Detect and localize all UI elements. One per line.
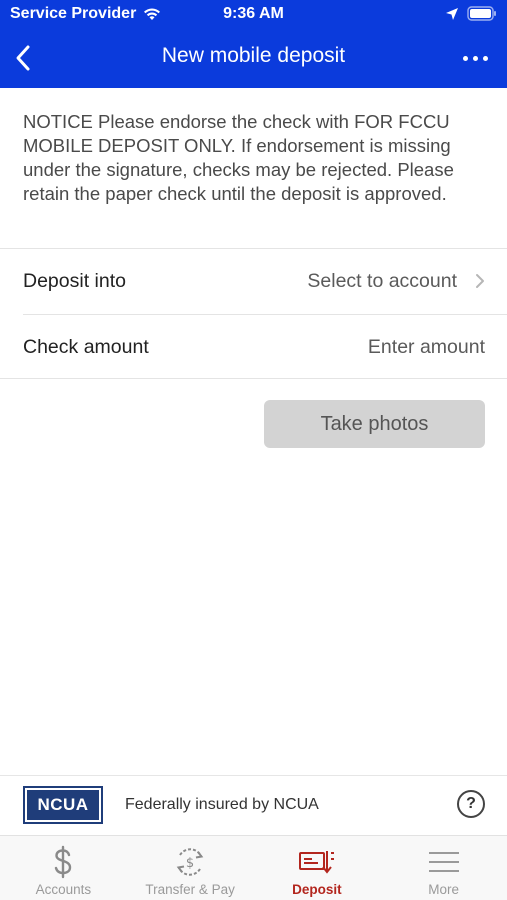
tab-label: Accounts xyxy=(35,882,92,897)
transfer-icon: $ xyxy=(172,844,208,880)
tab-more[interactable]: More xyxy=(380,836,507,900)
ncua-footer: NCUA Federally insured by NCUA ? xyxy=(0,775,507,835)
tab-transfer-pay[interactable]: $ Transfer & Pay xyxy=(127,836,254,900)
divider xyxy=(0,378,507,379)
dollar-icon xyxy=(49,844,77,880)
deposit-check-icon xyxy=(298,844,336,880)
deposit-into-select[interactable]: Select to account xyxy=(307,270,485,293)
chevron-right-icon xyxy=(476,274,484,288)
tab-bar: Accounts $ Transfer & Pay Deposit More xyxy=(0,835,507,900)
deposit-into-label: Deposit into xyxy=(23,269,126,292)
back-button[interactable] xyxy=(8,40,38,76)
status-bar: Service Provider 9:36 AM xyxy=(0,0,507,30)
nav-bar: New mobile deposit xyxy=(0,30,507,86)
help-icon[interactable]: ? xyxy=(457,790,485,818)
ellipsis-icon xyxy=(462,55,468,61)
check-amount-row[interactable]: Check amount Enter amount xyxy=(0,315,507,379)
location-icon xyxy=(446,7,458,20)
ncua-logo: NCUA xyxy=(23,786,103,824)
chevron-left-icon xyxy=(16,45,30,71)
ncua-logo-text: NCUA xyxy=(27,790,99,820)
ellipsis-icon xyxy=(472,55,478,61)
battery-icon xyxy=(467,6,496,21)
status-right xyxy=(445,6,497,21)
page-title: New mobile deposit xyxy=(161,44,346,67)
endorsement-notice: NOTICE Please endorse the check with FOR… xyxy=(23,111,454,204)
header: Service Provider 9:36 AM New mobile depo… xyxy=(0,0,507,88)
tab-deposit[interactable]: Deposit xyxy=(254,836,381,900)
tab-label: Deposit xyxy=(292,882,342,897)
tab-accounts[interactable]: Accounts xyxy=(0,836,127,900)
deposit-into-value: Select to account xyxy=(307,269,457,292)
ncua-insured-text: Federally insured by NCUA xyxy=(125,796,319,813)
menu-icon xyxy=(427,844,461,880)
tab-label: More xyxy=(428,882,459,897)
tab-label: Transfer & Pay xyxy=(145,882,235,897)
take-photos-button[interactable]: Take photos xyxy=(264,400,485,448)
deposit-into-row[interactable]: Deposit into Select to account xyxy=(0,249,507,313)
more-options-button[interactable] xyxy=(457,46,493,70)
status-time: 9:36 AM xyxy=(223,5,284,22)
ellipsis-icon xyxy=(482,55,488,61)
check-amount-input[interactable]: Enter amount xyxy=(368,336,485,359)
svg-text:$: $ xyxy=(186,856,194,871)
check-amount-label: Check amount xyxy=(23,335,149,358)
